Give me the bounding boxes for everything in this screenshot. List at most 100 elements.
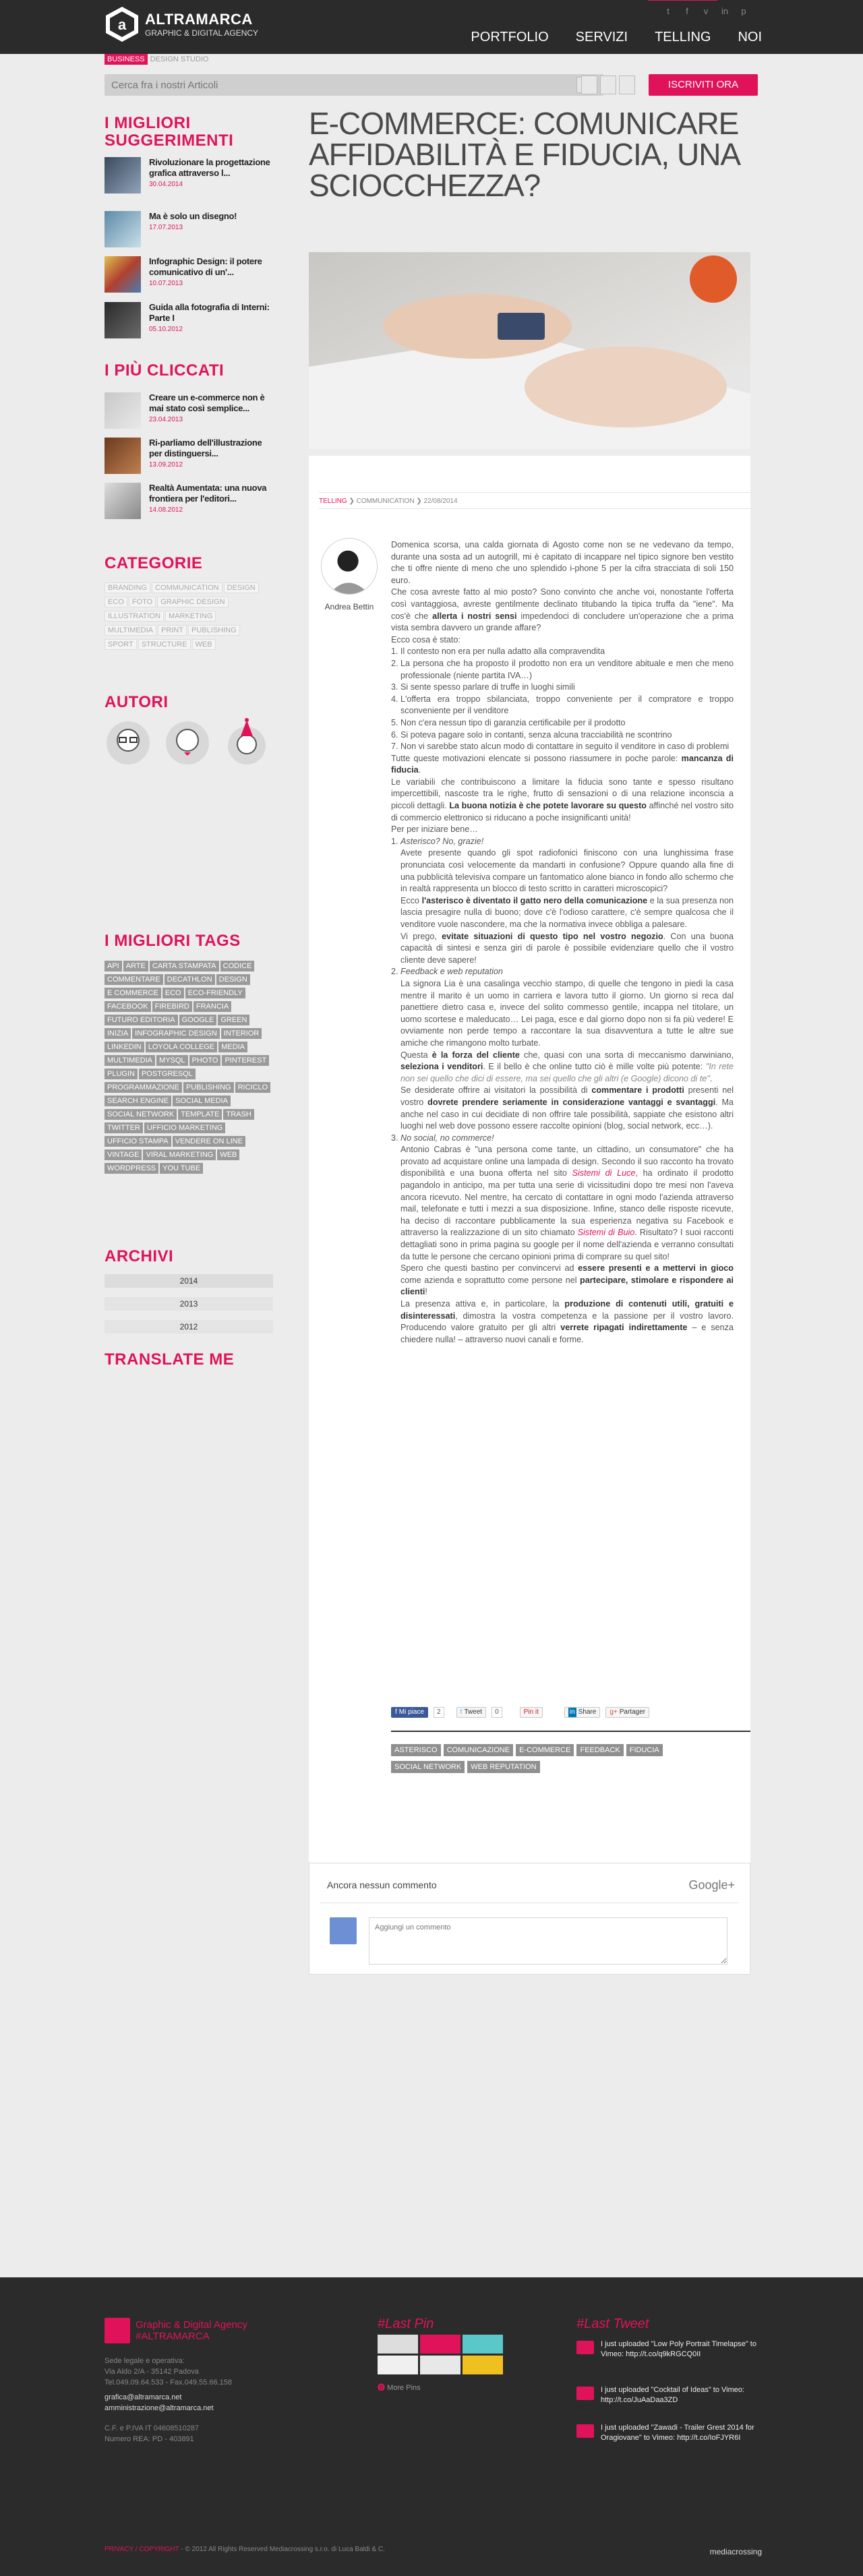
- comment-input[interactable]: [369, 1917, 727, 1965]
- author-name[interactable]: Andrea Bettin: [319, 602, 380, 611]
- linkedin-share-button[interactable]: in Share: [564, 1707, 601, 1718]
- more-pins-link[interactable]: ⓿ More Pins: [378, 2382, 421, 2393]
- nav-portfolio[interactable]: PORTFOLIO: [471, 30, 548, 52]
- category-link[interactable]: STRUCTURE: [138, 639, 191, 650]
- author-avatar[interactable]: [164, 717, 211, 766]
- tag-link[interactable]: POSTGRESQL: [138, 1069, 196, 1079]
- tweet-item[interactable]: I just uploaded "Zawadi - Trailer Grest …: [576, 2423, 758, 2443]
- list-icon[interactable]: [600, 76, 616, 94]
- tag-link[interactable]: WORDPRESS: [105, 1163, 159, 1174]
- post-title[interactable]: Creare un e-commerce non è mai stato cos…: [149, 392, 273, 414]
- list-item[interactable]: Ma è solo un disegno! 17.07.2013: [105, 211, 273, 247]
- tag-link[interactable]: SOCIAL MEDIA: [173, 1096, 231, 1106]
- tag-link[interactable]: ECO: [162, 988, 184, 998]
- tag-link[interactable]: PUBLISHING: [183, 1082, 234, 1093]
- search-input[interactable]: [110, 76, 541, 94]
- category-link[interactable]: SPORT: [105, 639, 137, 650]
- article-tag[interactable]: SOCIAL NETWORK: [391, 1761, 465, 1773]
- tag-link[interactable]: COMMENTARE: [105, 974, 163, 985]
- tag-link[interactable]: E COMMERCE: [105, 988, 161, 998]
- tag-link[interactable]: TEMPLATE: [178, 1109, 222, 1120]
- tab-design-studio[interactable]: DESIGN STUDIO: [148, 54, 212, 65]
- tag-link[interactable]: PLUGIN: [105, 1069, 138, 1079]
- tag-link[interactable]: MYSQL: [156, 1055, 188, 1066]
- tag-link[interactable]: SEARCH ENGINE: [105, 1096, 172, 1106]
- tag-link[interactable]: GOOGLE: [179, 1015, 217, 1025]
- tag-link[interactable]: FRANCIA: [193, 1001, 232, 1012]
- tag-link[interactable]: DECATHLON: [164, 974, 215, 985]
- tag-link[interactable]: ECO-FRIENDLY: [185, 988, 245, 998]
- tag-link[interactable]: CODICE: [220, 961, 255, 971]
- tag-link[interactable]: UFFICIO MARKETING: [144, 1122, 226, 1133]
- email-link[interactable]: grafica@altramarca.net: [105, 2392, 280, 2403]
- tag-link[interactable]: SOCIAL NETWORK: [105, 1109, 177, 1120]
- tag-link[interactable]: API: [105, 961, 122, 971]
- tag-link[interactable]: INTERIOR: [220, 1028, 262, 1039]
- tag-link[interactable]: VENDERE ON LINE: [172, 1136, 245, 1147]
- author-avatar[interactable]: [223, 717, 270, 766]
- vimeo-icon[interactable]: v: [701, 7, 711, 16]
- tab-business[interactable]: BUSINESS: [105, 54, 148, 65]
- pin-thumbnail[interactable]: [378, 2335, 418, 2354]
- tweet-item[interactable]: I just uploaded "Low Poly Portrait Timel…: [576, 2339, 758, 2360]
- category-link[interactable]: ILLUSTRATION: [105, 611, 165, 622]
- article-tag[interactable]: FIDUCIA: [626, 1744, 663, 1756]
- tag-link[interactable]: FACEBOOK: [105, 1001, 151, 1012]
- category-link[interactable]: PUBLISHING: [188, 625, 240, 636]
- list-item[interactable]: Infographic Design: il potere comunicati…: [105, 256, 273, 293]
- category-link[interactable]: COMMUNICATION: [152, 582, 222, 593]
- breadcrumb-sub[interactable]: COMMUNICATION: [357, 498, 415, 505]
- tag-link[interactable]: FUTURO EDITORIA: [105, 1015, 178, 1025]
- tag-link[interactable]: MULTIMEDIA: [105, 1055, 156, 1066]
- privacy-link[interactable]: PRIVACY / COPYRIGHT: [105, 2546, 179, 2553]
- post-title[interactable]: Ma è solo un disegno!: [149, 211, 237, 222]
- tag-link[interactable]: ARTE: [123, 961, 148, 971]
- tag-link[interactable]: PROGRAMMAZIONE: [105, 1082, 182, 1093]
- pin-thumbnail[interactable]: [463, 2335, 503, 2354]
- pin-thumbnail[interactable]: [420, 2335, 460, 2354]
- post-title[interactable]: Rivoluzionare la progettazione grafica a…: [149, 157, 273, 179]
- list-item[interactable]: Realtà Aumentata: una nuova frontiera pe…: [105, 483, 273, 519]
- post-title[interactable]: Guida alla fotografia di Interni: Parte …: [149, 302, 273, 324]
- tag-link[interactable]: PHOTO: [189, 1055, 221, 1066]
- post-title[interactable]: Ri-parliamo dell'illustrazione per disti…: [149, 438, 273, 459]
- tag-link[interactable]: INIZIA: [105, 1028, 131, 1039]
- pin-it-button[interactable]: Pin it: [519, 1707, 543, 1718]
- author-avatar[interactable]: [105, 717, 152, 766]
- category-link[interactable]: PRINT: [158, 625, 187, 636]
- signup-button[interactable]: ISCRIVITI ORA: [649, 74, 758, 96]
- article-tag[interactable]: COMUNICAZIONE: [443, 1744, 514, 1756]
- category-link[interactable]: FOTO: [128, 597, 156, 607]
- article-tag[interactable]: E-COMMERCE: [516, 1744, 574, 1756]
- tag-link[interactable]: RICICLO: [235, 1082, 271, 1093]
- category-link[interactable]: GRAPHIC DESIGN: [157, 597, 229, 607]
- list-item[interactable]: Rivoluzionare la progettazione grafica a…: [105, 157, 273, 193]
- nav-noi[interactable]: NOI: [738, 30, 762, 52]
- tag-link[interactable]: CARTA STAMPATA: [149, 961, 219, 971]
- logo[interactable]: a ALTRAMARCA GRAPHIC & DIGITAL AGENCY: [105, 5, 258, 43]
- archive-year[interactable]: 2013: [105, 1297, 273, 1311]
- tag-link[interactable]: TRASH: [223, 1109, 254, 1120]
- tag-link[interactable]: YOU TUBE: [160, 1163, 204, 1174]
- email-link[interactable]: amministrazione@altramarca.net: [105, 2403, 280, 2414]
- tag-link[interactable]: TWITTER: [105, 1122, 143, 1133]
- tag-link[interactable]: WEB: [217, 1149, 240, 1160]
- list-item[interactable]: Ri-parliamo dell'illustrazione per disti…: [105, 438, 273, 474]
- category-link[interactable]: MULTIMEDIA: [105, 625, 157, 636]
- google-share-button[interactable]: g+ Partager: [605, 1707, 650, 1718]
- pinterest-icon[interactable]: p: [739, 7, 748, 16]
- category-link[interactable]: WEB: [191, 639, 216, 650]
- facebook-icon[interactable]: f: [682, 7, 692, 16]
- linkedin-icon[interactable]: in: [720, 7, 730, 16]
- tweet-item[interactable]: I just uploaded "Cocktail of Ideas" to V…: [576, 2385, 758, 2405]
- pin-thumbnail[interactable]: [420, 2356, 460, 2374]
- tag-link[interactable]: INFOGRAPHIC DESIGN: [132, 1028, 220, 1039]
- article-tag[interactable]: FEEDBACK: [576, 1744, 624, 1756]
- category-link[interactable]: ECO: [105, 597, 127, 607]
- category-link[interactable]: BRANDING: [105, 582, 151, 593]
- tag-link[interactable]: VIRAL MARKETING: [143, 1149, 216, 1160]
- category-link[interactable]: DESIGN: [223, 582, 259, 593]
- post-title[interactable]: Infographic Design: il potere comunicati…: [149, 256, 273, 278]
- pin-thumbnail[interactable]: [463, 2356, 503, 2374]
- tag-link[interactable]: VINTAGE: [105, 1149, 142, 1160]
